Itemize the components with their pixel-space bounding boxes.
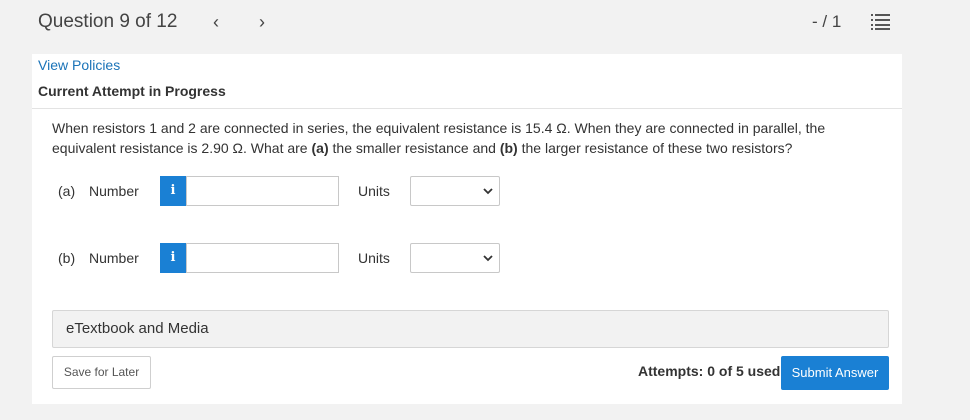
view-policies-link[interactable]: View Policies (38, 57, 120, 73)
part-b-number-label: Number (89, 250, 139, 266)
submit-answer-button[interactable]: Submit Answer (781, 356, 889, 390)
part-a-marker: (a) (311, 140, 329, 156)
part-a-label: (a) (58, 183, 76, 199)
part-a-units-select[interactable] (410, 176, 500, 206)
chevron-left-icon: ‹ (213, 12, 219, 32)
chevron-right-icon: › (259, 12, 265, 32)
part-a-number-label: Number (89, 183, 139, 199)
attempts-counter: Attempts: 0 of 5 used (638, 363, 781, 379)
next-question-button[interactable]: › (252, 10, 272, 34)
save-for-later-button[interactable]: Save for Later (52, 356, 151, 389)
part-b-marker: (b) (499, 140, 518, 156)
question-list-icon[interactable] (871, 13, 891, 31)
question-counter: Question 9 of 12 (38, 11, 178, 32)
attempt-status-heading: Current Attempt in Progress (38, 83, 226, 99)
question-score: - / 1 (812, 12, 842, 31)
chevron-down-icon (483, 255, 493, 262)
previous-question-button[interactable]: ‹ (206, 10, 226, 34)
part-b-units-select[interactable] (410, 243, 500, 273)
part-a-number-input[interactable] (186, 176, 339, 206)
part-b-units-label: Units (358, 250, 390, 266)
question-header: Question 9 of 12 ‹ › - / 1 (0, 0, 970, 44)
part-b-label: (b) (58, 250, 76, 266)
chevron-down-icon (483, 188, 493, 195)
info-icon[interactable]: i (160, 176, 186, 206)
part-b-number-input[interactable] (186, 243, 339, 273)
part-a-units-label: Units (358, 183, 390, 199)
question-card: View Policies Current Attempt in Progres… (32, 54, 902, 404)
divider (32, 108, 902, 109)
info-icon[interactable]: i (160, 243, 186, 273)
question-text: When resistors 1 and 2 are connected in … (52, 120, 826, 156)
etextbook-media-panel[interactable]: eTextbook and Media (52, 310, 889, 348)
